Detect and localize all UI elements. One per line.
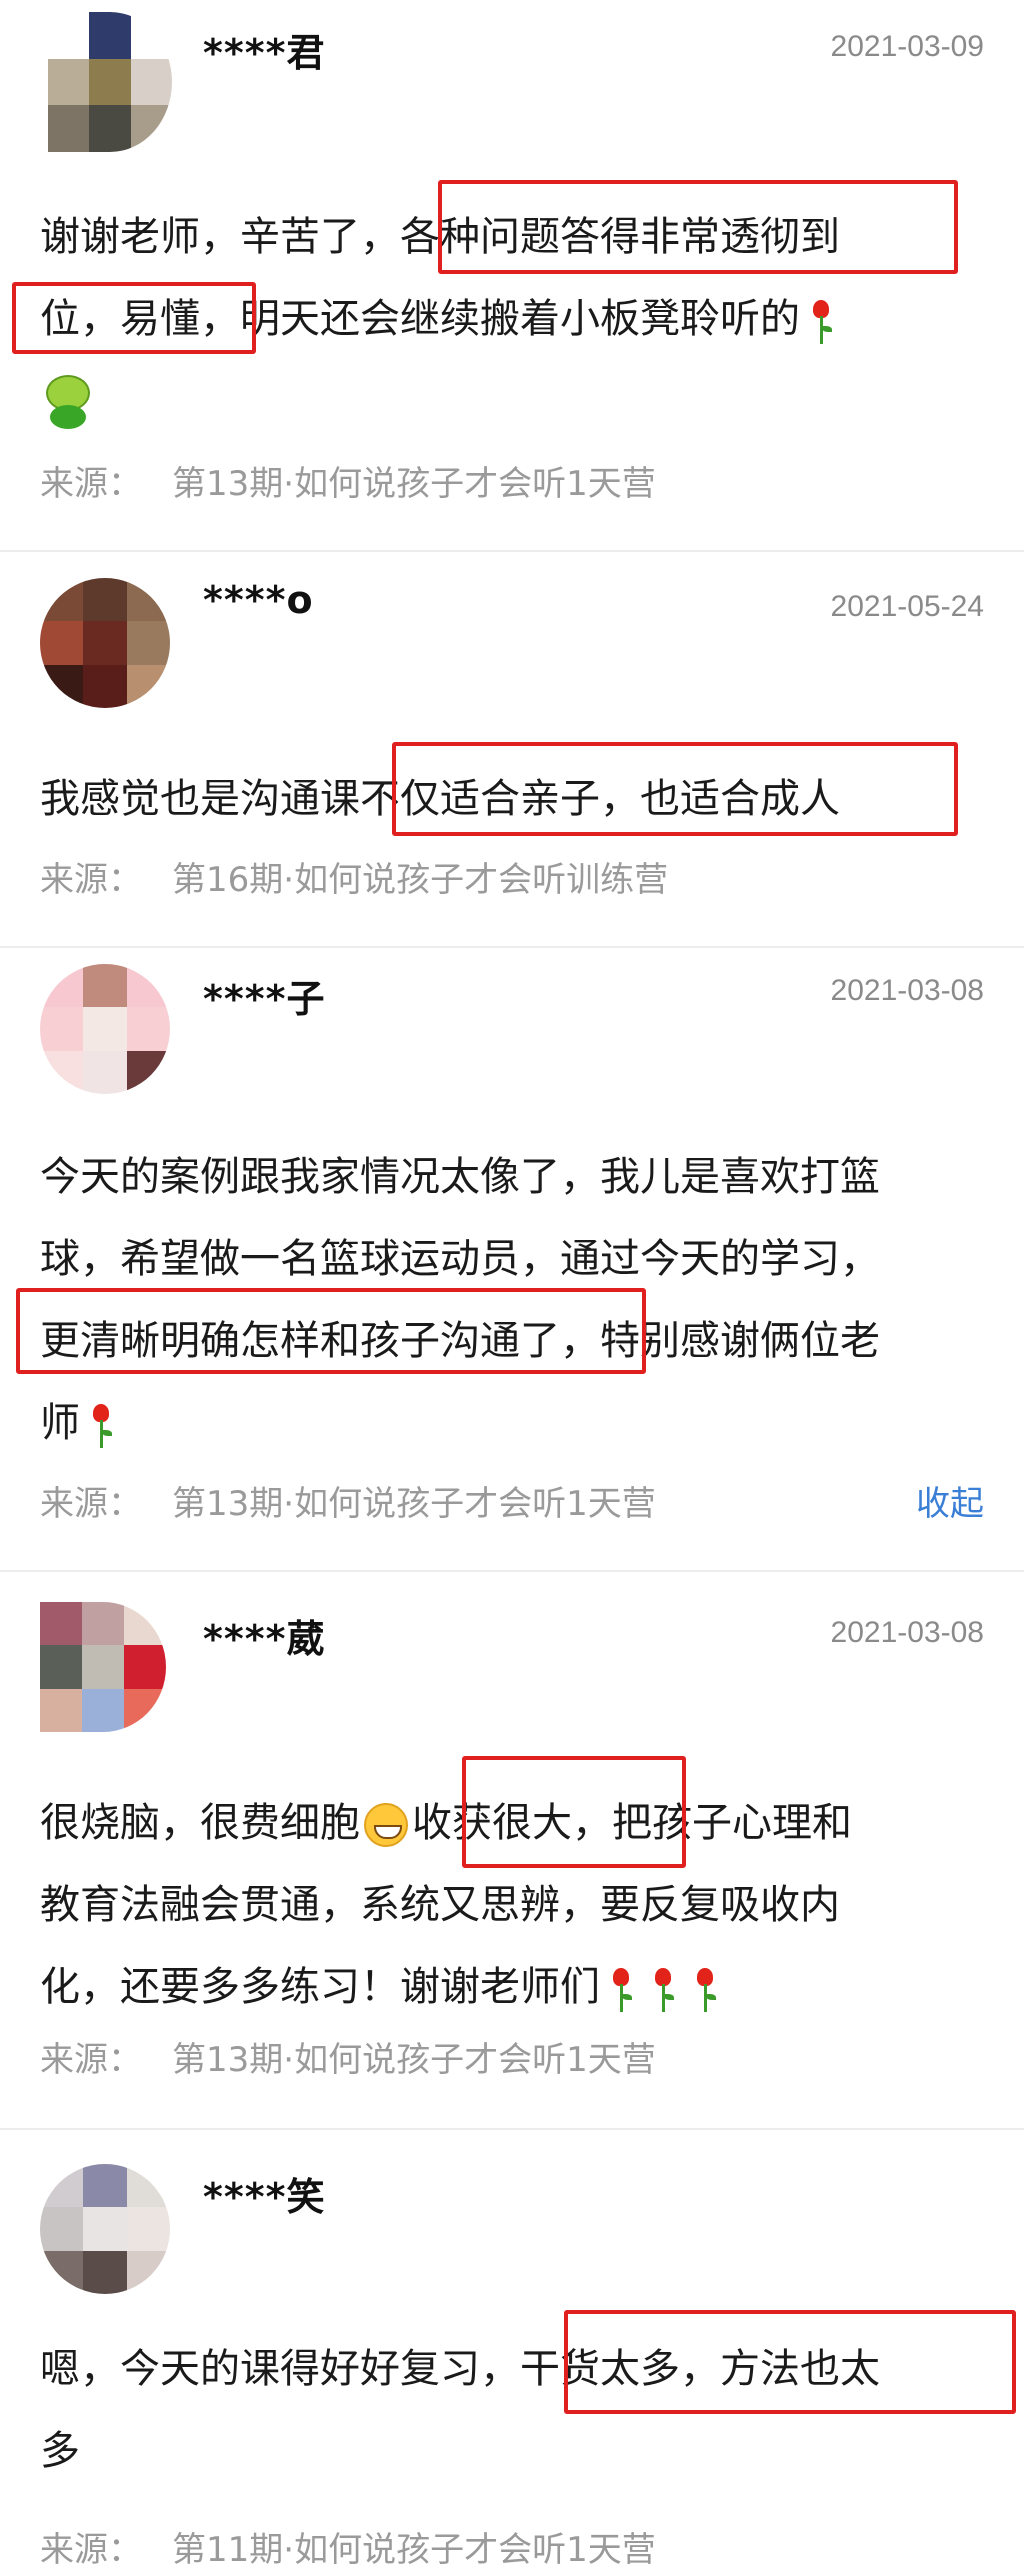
comment-item: ****子 2021-03-08 今天的案例跟我家情况太像了，我儿是喜欢打篮 球… (0, 948, 1024, 1568)
source-label: 来源： (40, 1484, 142, 1524)
comment-line: 多 (40, 2428, 80, 2474)
comment-source: 来源： 第11期·如何说孩子才会听1天营 (40, 2522, 656, 2571)
rose-emoji-icon (808, 296, 834, 346)
comment-item: ****葳 2021-03-08 很烧脑，很费细胞 收获很大，把孩子心理和 教育法… (0, 1572, 1024, 2126)
source-camp[interactable]: 第11期·如何说孩子才会听1天营 (172, 2530, 656, 2570)
source-label: 来源： (40, 2040, 142, 2080)
comment-date: 2021-03-09 (830, 30, 984, 63)
avatar[interactable] (40, 964, 170, 1094)
comment-item: ****君 2021-03-09 谢谢老师，辛苦了，各种问题答得非常透彻到 位，… (0, 0, 1024, 548)
highlight-box (12, 282, 256, 354)
source-camp[interactable]: 第13期·如何说孩子才会听1天营 (172, 464, 656, 504)
comment-line-text: 师 (40, 1400, 80, 1446)
avatar[interactable] (40, 578, 170, 708)
frog-emoji-icon (40, 375, 96, 431)
source-label: 来源： (40, 464, 142, 504)
source-camp[interactable]: 第13期·如何说孩子才会听1天营 (172, 2040, 656, 2080)
comment-date: 2021-05-24 (830, 590, 984, 623)
rose-emoji-icon (608, 1964, 634, 2014)
avatar[interactable] (40, 2164, 170, 2294)
comment-line: 师 (40, 1382, 1000, 1464)
user-name[interactable]: ****o (203, 578, 314, 622)
user-name[interactable]: ****笑 (203, 2166, 326, 2221)
highlight-box (16, 1288, 646, 1374)
comment-item: ****笑 嗯，今天的课得好好复习，干货太多，方法也太 多 来源： 第11期·如何… (0, 2130, 1024, 2570)
comment-date: 2021-03-08 (830, 974, 984, 1007)
comment-date: 2021-03-08 (830, 1616, 984, 1649)
highlight-box (392, 742, 958, 836)
source-label: 来源： (40, 860, 142, 900)
comment-source: 来源： 第13期·如何说孩子才会听1天营 (40, 2032, 656, 2081)
highlight-box (438, 180, 958, 274)
avatar[interactable] (48, 12, 172, 152)
rose-emoji-icon (88, 1400, 114, 1450)
rose-emoji-icon (650, 1964, 676, 2014)
comment-line (40, 360, 1000, 442)
comment-source: 来源： 第16期·如何说孩子才会听训练营 (40, 852, 668, 901)
grin-emoji-icon (364, 1803, 408, 1847)
rose-emoji-icon (692, 1964, 718, 2014)
comment-line: 教育法融会贯通，系统又思辨，要反复吸收内 (40, 1882, 840, 1928)
avatar[interactable] (40, 1602, 166, 1732)
user-name[interactable]: ****葳 (203, 1608, 326, 1663)
source-camp[interactable]: 第13期·如何说孩子才会听1天营 (172, 1484, 656, 1524)
user-name[interactable]: ****君 (203, 22, 326, 77)
comment-item: ****o 2021-05-24 我感觉也是沟通课不仅适合亲子，也适合成人 来源… (0, 552, 1024, 944)
source-label: 来源： (40, 2530, 142, 2570)
collapse-button[interactable]: 收起 (916, 1476, 984, 1525)
comment-line: 化，还要多多练习！谢谢老师们 (40, 1946, 1000, 2028)
user-name[interactable]: ****子 (203, 968, 326, 1023)
comment-line: 今天的案例跟我家情况太像了，我儿是喜欢打篮 (40, 1154, 880, 1200)
highlight-box (462, 1756, 686, 1868)
comment-source: 来源： 第13期·如何说孩子才会听1天营 (40, 456, 656, 505)
source-camp[interactable]: 第16期·如何说孩子才会听训练营 (172, 860, 668, 900)
comment-line-text: 很烧脑，很费细胞 (40, 1800, 360, 1846)
highlight-box (564, 2310, 1016, 2414)
comment-source: 来源： 第13期·如何说孩子才会听1天营 (40, 1476, 656, 1525)
comment-line-text: 化，还要多多练习！谢谢老师们 (40, 1964, 600, 2010)
